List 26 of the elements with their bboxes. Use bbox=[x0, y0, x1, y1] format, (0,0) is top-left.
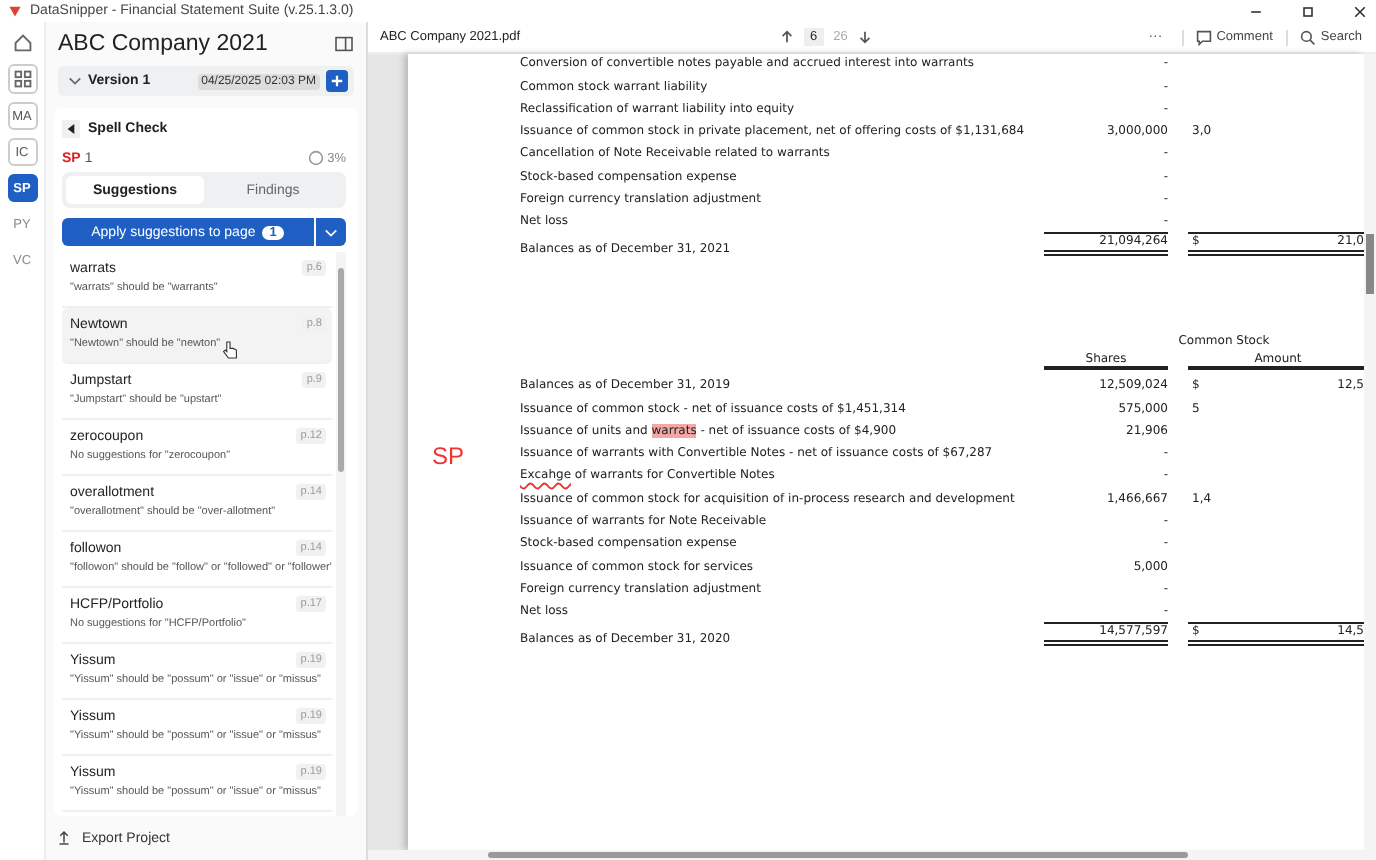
home-icon[interactable] bbox=[9, 30, 35, 56]
dropdown-button[interactable] bbox=[316, 218, 346, 246]
progress-ring-icon bbox=[307, 150, 324, 166]
arrow-up-icon[interactable] bbox=[780, 30, 794, 44]
arrow-down-icon[interactable] bbox=[857, 30, 872, 44]
hand-cursor-icon bbox=[222, 340, 239, 360]
chevron-icon bbox=[324, 225, 338, 239]
plus-icon bbox=[330, 74, 344, 88]
chevron-icon bbox=[68, 74, 82, 88]
project-title: ABC Company 2021 bbox=[58, 32, 270, 56]
search-icon bbox=[1300, 29, 1317, 45]
back-button[interactable] bbox=[62, 120, 80, 138]
comment-icon bbox=[1196, 29, 1213, 45]
add-button[interactable] bbox=[326, 70, 348, 92]
scroll-thumb[interactable] bbox=[338, 268, 344, 472]
close-icon[interactable] bbox=[1352, 3, 1368, 19]
app-logo-icon bbox=[8, 4, 22, 18]
horizontal-scrollbar[interactable] bbox=[368, 850, 1376, 860]
grid-icon[interactable] bbox=[7, 64, 37, 94]
export-icon bbox=[58, 830, 70, 846]
back-icon bbox=[66, 124, 76, 134]
scrollbar[interactable] bbox=[336, 252, 346, 816]
panel-toggle-icon[interactable] bbox=[334, 36, 354, 52]
margin-mark: SP bbox=[432, 442, 467, 470]
restore-icon[interactable] bbox=[1300, 3, 1316, 19]
scrollbar[interactable] bbox=[1364, 54, 1376, 850]
